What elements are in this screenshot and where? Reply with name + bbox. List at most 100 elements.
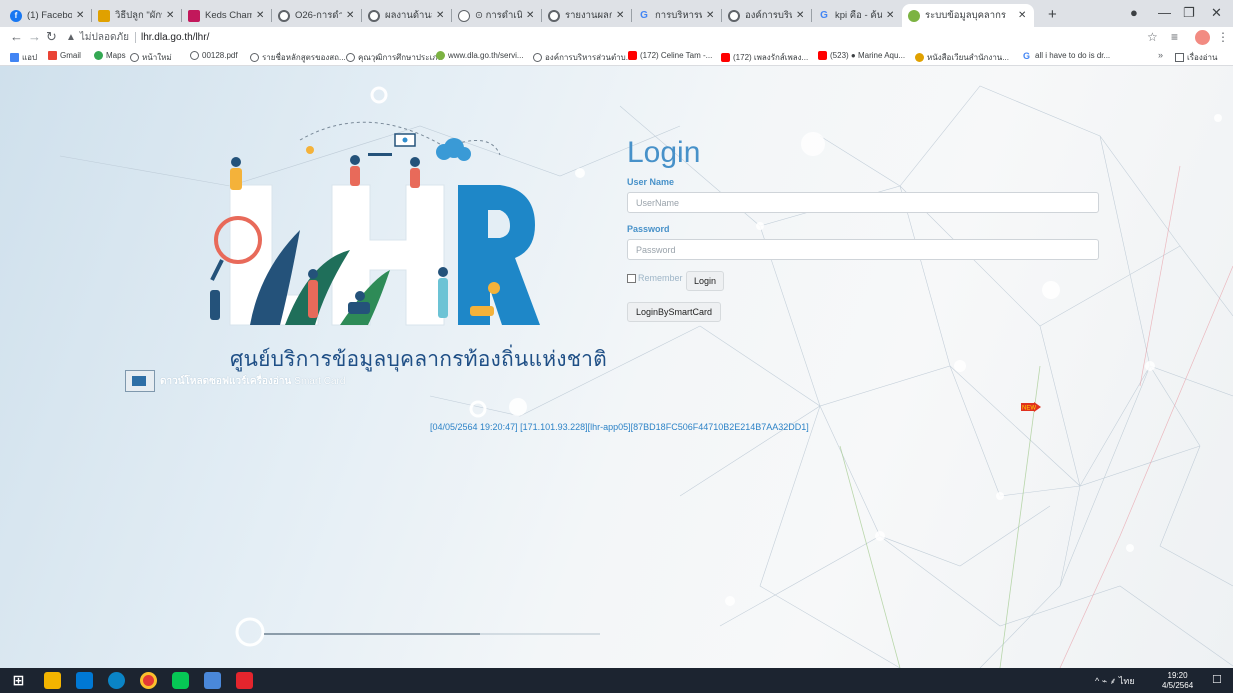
tab-7[interactable]: รายงานผลการปฏิ ✕ (542, 4, 632, 27)
restore-button[interactable]: ❐ (1183, 5, 1195, 21)
close-icon[interactable]: ✕ (886, 10, 896, 21)
acrobat-icon[interactable] (236, 672, 253, 689)
bookmark-google-search[interactable]: Gall i have to do is dr... (1023, 51, 1111, 61)
checkbox-box[interactable] (627, 273, 636, 283)
address-bar[interactable]: ▲ ไม่ปลอดภัย lhr.dla.go.th/lhr/ (66, 29, 209, 46)
close-icon[interactable]: ✕ (1018, 10, 1028, 21)
bookmark-gmail[interactable]: Gmail (48, 51, 81, 60)
forward-button[interactable]: → (28, 29, 41, 44)
bookmark-circular[interactable]: หนังสือเวียนสำนักงาน... (915, 51, 1009, 64)
site-icon (908, 9, 920, 22)
reload-button[interactable]: ↻ (46, 29, 57, 45)
tab-6[interactable]: ⊙ การดำเนินการ ✕ (452, 4, 542, 27)
store-icon[interactable] (76, 672, 93, 689)
tab-facebook[interactable]: f (1) Facebook ✕ (4, 4, 92, 27)
bookmark-label: (523) ● Marine Aqu... (830, 51, 906, 60)
close-icon[interactable]: ✕ (436, 10, 446, 21)
username-input[interactable] (627, 192, 1099, 213)
download-label-suffix[interactable]: Smart Card (294, 376, 345, 387)
remember-checkbox[interactable]: Remember (627, 273, 683, 283)
bookmarks-more-button[interactable]: » (1158, 50, 1163, 60)
file-explorer-icon[interactable] (44, 672, 61, 689)
close-icon[interactable]: ✕ (796, 10, 806, 21)
remember-label: Remember (638, 273, 683, 283)
menu-icon[interactable]: ⋮ (1217, 30, 1229, 44)
youtube-icon (721, 53, 730, 62)
new-tab-button[interactable]: + (1048, 6, 1057, 23)
bookmark-dla[interactable]: www.dla.go.th/servi... (436, 51, 524, 60)
bookmark-qualification[interactable]: คุณวุฒิการศึกษาประเภท (346, 51, 443, 64)
tab-active-lhr[interactable]: ระบบข้อมูลบุคลากร ✕ (902, 4, 1034, 27)
tab-2[interactable]: วิธีปลูก "ผักบุ้งกระ ✕ (92, 4, 182, 27)
browser-toolbar: ← → ↻ ▲ ไม่ปลอดภัย lhr.dla.go.th/lhr/ ☆ … (0, 27, 1233, 49)
bookmark-maps[interactable]: Maps (94, 51, 126, 60)
bookmark-label: 00128.pdf (202, 51, 238, 60)
bookmark-label: หนังสือเวียนสำนักงาน... (927, 53, 1009, 62)
tab-3[interactable]: Keds Champion ✕ (182, 4, 272, 27)
tab-label: การบริหารทรัพยาก (655, 10, 702, 21)
bookmark-label: (172) เพลงรักส์เพลง... (733, 53, 809, 62)
close-icon[interactable]: ✕ (526, 10, 536, 21)
bookmark-label: Maps (106, 51, 126, 60)
line-icon[interactable] (172, 672, 189, 689)
photos-icon[interactable] (204, 672, 221, 689)
windows-start-icon[interactable]: ⊞ (10, 672, 27, 689)
clock-time: 19:20 (1167, 671, 1188, 680)
tab-label: ระบบข้อมูลบุคลากร (925, 10, 1006, 21)
bookmark-label: all i have to do is dr... (1035, 51, 1111, 60)
avatar[interactable] (1195, 30, 1210, 45)
star-icon[interactable]: ☆ (1147, 30, 1158, 44)
login-button[interactable]: Login (686, 271, 724, 291)
password-input[interactable] (627, 239, 1099, 260)
bookmark-label: องค์การบริหารส่วนตำบ... (545, 53, 633, 62)
minimize-button[interactable]: — (1158, 5, 1171, 20)
bookmark-youtube-2[interactable]: (172) เพลงรักส์เพลง... (721, 51, 808, 64)
bookmark-new-page[interactable]: หน้าใหม่ (130, 51, 172, 64)
close-icon[interactable]: ✕ (706, 10, 716, 21)
bookmark-sao[interactable]: องค์การบริหารส่วนตำบ... (533, 51, 632, 64)
close-icon[interactable]: ✕ (166, 10, 176, 21)
bookmark-label: คุณวุฒิการศึกษาประเภท (358, 53, 443, 62)
facebook-icon: f (10, 9, 22, 22)
close-window-button[interactable]: ✕ (1211, 5, 1222, 21)
back-button[interactable]: ← (10, 29, 23, 44)
system-tray[interactable]: ^ ⌁ ⸙ ไทย (1095, 674, 1135, 688)
site-icon (188, 9, 200, 22)
tab-10[interactable]: G kpi คือ - ค้นหาด้วย ✕ (812, 4, 902, 27)
tab-label: Keds Champion (205, 10, 252, 21)
close-icon[interactable]: ✕ (256, 10, 266, 21)
tab-9[interactable]: องค์การบริหารส่วน ✕ (722, 4, 812, 27)
reading-list-icon[interactable]: ≡ (1171, 30, 1178, 44)
notification-icon[interactable]: ☐ (1212, 673, 1222, 686)
bookmark-youtube-1[interactable]: (172) Celine Tam -... (628, 51, 712, 60)
edge-icon[interactable] (108, 672, 125, 689)
tab-5[interactable]: ผลงานด้านสุขภาพ ✕ (362, 4, 452, 27)
chrome-icon[interactable] (140, 672, 157, 689)
login-smartcard-button[interactable]: LoginBySmartCard (627, 302, 721, 322)
site-icon (98, 9, 110, 22)
warning-icon[interactable]: ▲ (66, 32, 76, 43)
tab-4[interactable]: O26-การดำเนินก ✕ (272, 4, 362, 27)
reading-list-button[interactable]: เรื่องอ่าน (1175, 51, 1218, 64)
record-icon[interactable]: ● (1130, 5, 1138, 20)
download-label[interactable]: ดาวน์โหลดซอฟแวร์เครื่องอ่าน (160, 374, 291, 389)
tab-8[interactable]: G การบริหารทรัพยาก ✕ (632, 4, 722, 27)
security-status[interactable]: ไม่ปลอดภัย (80, 30, 129, 45)
bookmark-course-list[interactable]: รายชื่อหลักสูตรของสถ... (250, 51, 346, 64)
close-icon[interactable]: ✕ (346, 10, 356, 21)
new-badge-text: NEW (1022, 406, 1036, 412)
download-smartcard-link[interactable]: ดาวน์โหลดซอฟแวร์เครื่องอ่าน Smart Card (125, 370, 345, 392)
bookmark-pdf[interactable]: 00128.pdf (190, 51, 238, 60)
tab-label: วิธีปลูก "ผักบุ้งกระ (115, 10, 162, 21)
google-icon: G (640, 10, 648, 21)
bookmark-youtube-3[interactable]: (523) ● Marine Aqu... (818, 51, 905, 60)
url-text[interactable]: lhr.dla.go.th/lhr/ (141, 32, 209, 43)
tab-label: ⊙ การดำเนินการ (475, 10, 522, 21)
close-icon[interactable]: ✕ (616, 10, 626, 21)
google-icon: G (1023, 51, 1031, 61)
globe-icon (728, 9, 740, 22)
tab-label: ผลงานด้านสุขภาพ (385, 10, 432, 21)
close-icon[interactable]: ✕ (76, 10, 86, 21)
bookmark-apps[interactable]: แอป (10, 51, 37, 64)
clock[interactable]: 19:20 4/5/2564 (1162, 671, 1193, 691)
